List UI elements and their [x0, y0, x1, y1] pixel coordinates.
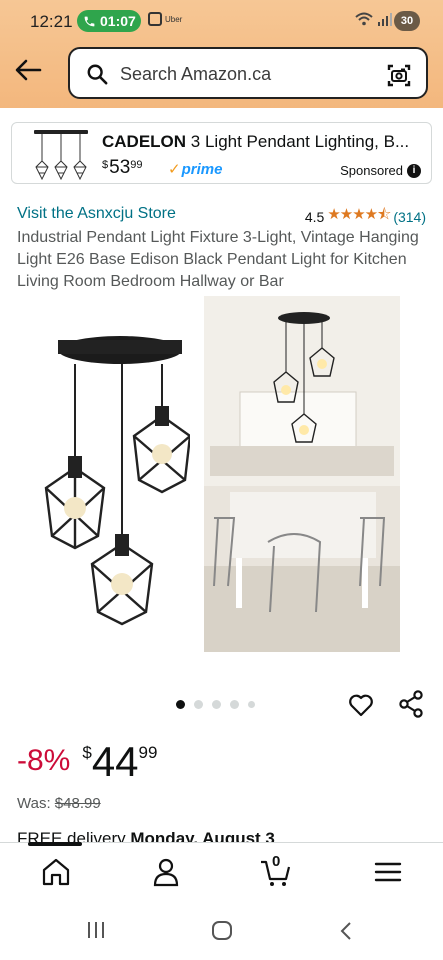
carousel-dot[interactable]: [230, 700, 239, 709]
uber-app-icon: [148, 12, 162, 26]
rating-value: 4.5: [304, 208, 325, 225]
image-carousel-dots[interactable]: [176, 700, 255, 709]
price-cents: 99: [138, 743, 158, 762]
delivery-date: Monday, August 3: [130, 829, 275, 843]
notification-label: Uber: [165, 14, 183, 24]
ad-title[interactable]: CADELON 3 Light Pendant Lighting, B...: [102, 132, 424, 152]
wifi-icon: [355, 12, 373, 26]
product-image-room[interactable]: [204, 296, 400, 652]
share-icon[interactable]: [398, 690, 424, 718]
sponsored-text: Sponsored: [340, 163, 403, 178]
phone-icon: [84, 16, 95, 26]
product-image-fixture[interactable]: [40, 318, 190, 648]
carousel-dot[interactable]: [212, 700, 221, 709]
search-bar[interactable]: [68, 47, 428, 99]
rating-stars-icon: ★★★★⯪: [327, 206, 391, 223]
notification-uber: Uber: [148, 12, 182, 26]
carousel-dot[interactable]: [176, 700, 185, 709]
discount-percent: -8%: [17, 744, 71, 777]
home-icon[interactable]: [40, 857, 72, 887]
system-back-icon[interactable]: [338, 922, 354, 940]
back-arrow-icon[interactable]: [14, 58, 42, 82]
camera-search-icon[interactable]: [386, 62, 412, 88]
was-price-value: $48.99: [54, 795, 101, 812]
system-home-button[interactable]: [212, 921, 232, 940]
product-title: Industrial Pendant Light Fixture 3-Light…: [17, 229, 419, 290]
bottom-navigation: 0: [0, 842, 443, 898]
ongoing-call-pill[interactable]: 01:07: [77, 10, 141, 32]
rating-count[interactable]: (314): [393, 209, 426, 225]
current-price: $ 44 99: [82, 738, 157, 786]
search-icon[interactable]: [86, 63, 108, 85]
info-icon[interactable]: i: [407, 163, 421, 178]
prime-badge: ✓ prime: [168, 160, 223, 179]
account-icon[interactable]: [150, 857, 182, 887]
recent-apps-button[interactable]: [88, 922, 104, 938]
delivery-prefix: FREE delivery: [17, 829, 131, 843]
battery-indicator: 30: [394, 11, 420, 31]
status-bar: 12:21 01:07 Uber 30: [0, 0, 443, 42]
active-tab-indicator: [28, 842, 82, 846]
cart-count: 0: [272, 853, 281, 870]
carousel-dot[interactable]: [194, 700, 203, 709]
carousel-dot[interactable]: [248, 701, 255, 708]
ad-price-currency: $: [102, 159, 109, 171]
sponsored-ad-banner[interactable]: CADELON 3 Light Pendant Lighting, B... $…: [11, 122, 432, 184]
price-currency: $: [82, 743, 92, 762]
ad-product-thumbnail: [34, 130, 88, 181]
ad-price-whole: 53: [109, 157, 131, 178]
cell-signal-icon: [378, 13, 392, 26]
store-link[interactable]: Visit the Asnxcju Store: [17, 205, 176, 223]
was-price: Was: $48.99: [17, 795, 101, 812]
delivery-info: FREE delivery Monday, August 3: [17, 829, 275, 843]
header: 12:21 01:07 Uber 30: [0, 0, 443, 108]
ad-price: $ 53 99: [102, 157, 143, 179]
menu-icon[interactable]: [372, 857, 404, 887]
ad-price-cents: 99: [130, 159, 143, 171]
sponsored-label[interactable]: Sponsored i: [340, 163, 421, 178]
price-whole: 44: [91, 738, 139, 785]
search-input[interactable]: [120, 61, 370, 87]
ad-title-rest: 3 Light Pendant Lighting, B...: [186, 132, 410, 151]
was-label: Was:: [17, 795, 51, 812]
product-rating[interactable]: 4.5 ★★★★⯪ (314): [305, 204, 426, 229]
price-block: -8% $ 44 99: [17, 738, 157, 786]
wishlist-heart-icon[interactable]: [348, 692, 374, 718]
signal-indicators: [355, 12, 393, 26]
amazon-product-page: 12:21 01:07 Uber 30 Search Amazon.ca CAD…: [0, 0, 443, 960]
call-timer: 01:07: [100, 13, 136, 29]
prime-label: prime: [181, 160, 223, 178]
prime-check-icon: ✓: [168, 161, 181, 178]
status-time: 12:21: [30, 12, 73, 31]
system-navigation-bar: [0, 898, 443, 960]
cart-button[interactable]: 0: [260, 853, 292, 887]
ad-brand: CADELON: [102, 132, 187, 151]
